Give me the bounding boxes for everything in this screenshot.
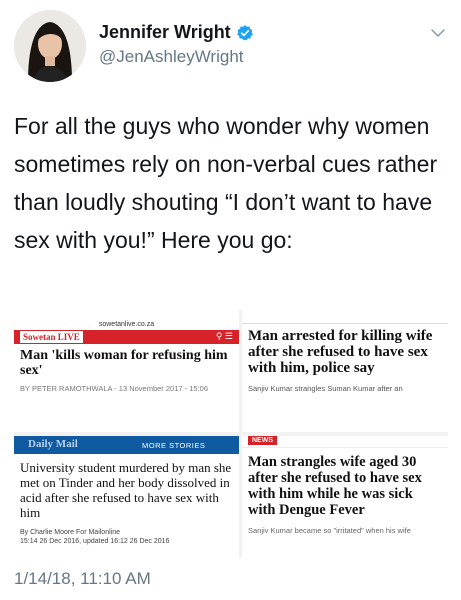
sowetan-logo: Sowetan LIVE (20, 331, 83, 343)
card-author: By Charlie Moore For Mailonline (20, 529, 120, 536)
card-byline: Sanjiv Kumar became so "irritated" when … (248, 526, 411, 535)
tweet-media-grid[interactable]: sowetanlive.co.za Sowetan LIVE ⚲ ☰ Man '… (14, 310, 448, 558)
dailymail-header-bar: Daily Mail MORE STORIES (14, 436, 239, 454)
more-stories-label: MORE STORIES (142, 441, 206, 450)
news-header-bar: NEWS (242, 436, 448, 448)
phone-status-bar (14, 310, 239, 320)
card-byline: BY PETER RAMOTHWALA - 13 November 2017 -… (20, 384, 208, 393)
sowetan-header-bar: Sowetan LIVE ⚲ ☰ (14, 330, 239, 344)
card-dateline: 15:14 26 Dec 2016, updated 16:12 26 Dec … (20, 538, 170, 545)
site-top-bar (242, 310, 448, 324)
card-headline: Man arrested for killing wife after she … (248, 328, 433, 376)
author-handle[interactable]: @JenAshleyWright (99, 47, 244, 67)
tweet-timestamp[interactable]: 1/14/18, 11:10 AM (14, 569, 151, 589)
tweet-text: For all the guys who wonder why women so… (14, 113, 438, 253)
media-card-dengue[interactable]: NEWS Man strangles wife aged 30 after sh… (242, 436, 448, 558)
dailymail-logo: Daily Mail (28, 438, 78, 450)
card-byline: By Charlie Moore For Mailonline 15:14 26… (14, 520, 239, 546)
author-name[interactable]: Jennifer Wright (99, 22, 231, 43)
chevron-down-icon[interactable] (429, 24, 447, 42)
news-tag: NEWS (248, 436, 277, 445)
avatar[interactable] (14, 10, 86, 82)
card-headline: University student murdered by man she m… (20, 460, 232, 520)
card-byline: Sanjiv Kumar strangles Suman Kumar after… (248, 384, 403, 393)
media-card-sowetan[interactable]: sowetanlive.co.za Sowetan LIVE ⚲ ☰ Man '… (14, 310, 239, 432)
card-headline: Man 'kills woman for refusing him sex' (20, 348, 228, 378)
author-name-row: Jennifer Wright (99, 22, 254, 43)
browser-url: sowetanlive.co.za (98, 321, 155, 328)
verified-badge-icon (236, 24, 253, 40)
card-headline: Man strangles wife aged 30 after she ref… (248, 454, 422, 518)
tweet-header: Jennifer Wright @JenAshleyWright (14, 10, 451, 82)
media-card-dailymail[interactable]: Daily Mail MORE STORIES University stude… (14, 436, 239, 558)
media-card-arrested[interactable]: Man arrested for killing wife after she … (242, 310, 448, 432)
search-menu-icons: ⚲ ☰ (215, 331, 233, 341)
